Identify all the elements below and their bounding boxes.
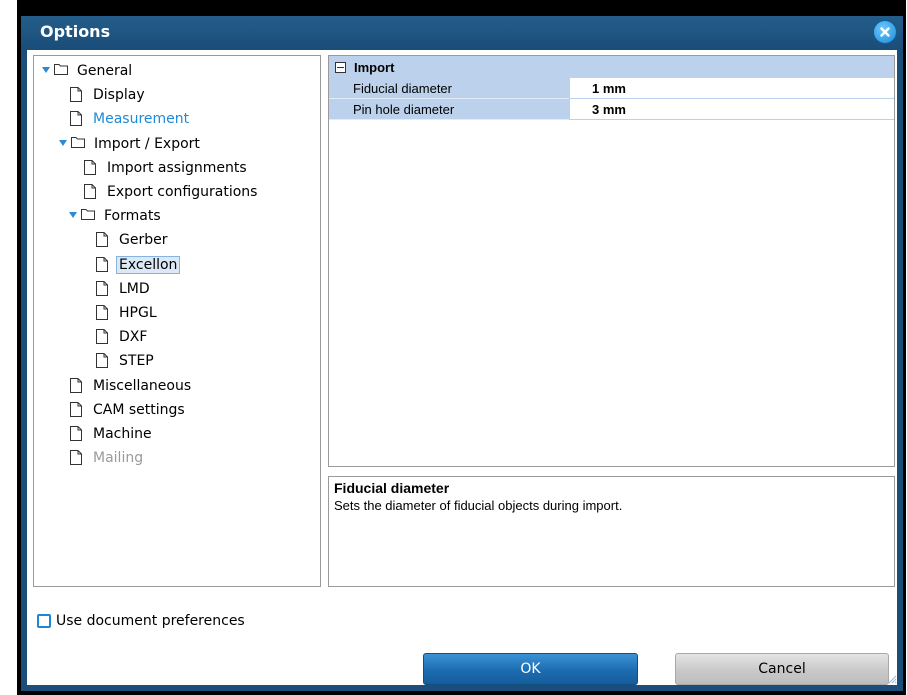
page-icon	[96, 232, 110, 248]
tree-item-general[interactable]: General	[42, 60, 135, 82]
page-icon	[96, 305, 110, 321]
tree-item-label: HPGL	[119, 305, 157, 321]
tree-item-hpgl[interactable]: HPGL	[96, 302, 160, 324]
tree-item-label: Miscellaneous	[93, 377, 192, 394]
tree-item-label: DXF	[119, 329, 148, 346]
tree-item-label: Import assignments	[107, 159, 247, 176]
close-button[interactable]	[874, 21, 896, 43]
tree-item-label: STEP	[119, 353, 154, 370]
description-panel: Fiducial diameter Sets the diameter of f…	[328, 476, 895, 587]
options-dialog: Options General Display Measurement Import …	[21, 16, 903, 691]
tree-item-label: Gerber	[119, 232, 168, 249]
tree-item-label: Measurement	[93, 111, 190, 128]
tree-item-label: Export configurations	[107, 184, 258, 200]
tree-item-label: Formats	[104, 208, 161, 225]
tree-item-label: Display	[93, 87, 145, 104]
folder-icon	[81, 208, 95, 224]
page-icon	[96, 256, 110, 273]
property-row-pin-hole-diameter[interactable]: Pin hole diameter 3 mm	[329, 99, 894, 120]
checkbox-label: Use document preferences	[56, 613, 245, 629]
tree-item-lmd[interactable]: LMD	[96, 278, 153, 300]
folder-icon	[71, 136, 85, 152]
page-icon	[70, 426, 84, 442]
property-row-fiducial-diameter[interactable]: Fiducial diameter 1 mm	[329, 78, 894, 99]
dialog-body: General Display Measurement Import / Export…	[27, 50, 897, 685]
options-tree[interactable]: General Display Measurement Import / Export…	[33, 55, 321, 587]
tree-item-label: Import / Export	[94, 135, 200, 152]
tree-item-export-configurations[interactable]: Export configurations	[84, 181, 260, 203]
tree-item-label: LMD	[119, 280, 150, 297]
use-document-preferences[interactable]: Use document preferences	[37, 613, 245, 629]
resize-grip-icon[interactable]	[887, 674, 897, 684]
cancel-button[interactable]: Cancel	[675, 653, 889, 685]
tree-item-measurement[interactable]: Measurement	[70, 108, 192, 130]
property-grid[interactable]: Import Fiducial diameter 1 mm Pin hole d…	[328, 55, 895, 467]
tree-item-gerber[interactable]: Gerber	[96, 229, 170, 251]
tree-item-import-export[interactable]: Import / Export	[59, 133, 203, 155]
property-name: Fiducial diameter	[329, 78, 569, 99]
property-value[interactable]: 1 mm	[569, 78, 894, 99]
title-bar[interactable]: Options	[21, 16, 903, 50]
page-icon	[84, 159, 98, 176]
page-icon	[70, 377, 84, 394]
category-row-import[interactable]: Import	[329, 56, 894, 78]
description-text: Sets the diameter of fiducial objects du…	[334, 498, 623, 513]
page-icon	[70, 87, 84, 103]
tree-item-import-assignments[interactable]: Import assignments	[84, 157, 250, 179]
expand-arrow-icon[interactable]	[42, 66, 52, 76]
tree-item-machine[interactable]: Machine	[70, 423, 155, 445]
window-title: Options	[40, 22, 111, 41]
tree-item-label: Mailing	[93, 450, 144, 467]
collapse-icon[interactable]	[335, 61, 346, 73]
page-icon	[96, 280, 110, 297]
use-document-preferences-checkbox[interactable]	[37, 614, 51, 628]
ok-button[interactable]: OK	[423, 653, 638, 685]
tree-item-display[interactable]: Display	[70, 84, 148, 106]
property-name: Pin hole diameter	[329, 99, 569, 120]
page-icon	[70, 401, 84, 418]
folder-icon	[54, 63, 68, 79]
tree-item-dxf[interactable]: DXF	[96, 326, 150, 348]
tree-item-excellon[interactable]: Excellon	[96, 254, 181, 276]
page-icon	[70, 111, 84, 127]
tree-item-formats[interactable]: Formats	[69, 205, 164, 227]
close-icon	[880, 27, 890, 37]
tree-item-label: CAM settings	[93, 401, 185, 418]
tree-item-miscellaneous[interactable]: Miscellaneous	[70, 375, 194, 397]
page-icon	[84, 184, 98, 200]
tree-item-step[interactable]: STEP	[96, 350, 157, 372]
property-value[interactable]: 3 mm	[569, 99, 894, 120]
tree-item-label: Machine	[93, 426, 152, 442]
tree-item-mailing[interactable]: Mailing	[70, 447, 146, 469]
expand-arrow-icon[interactable]	[69, 211, 79, 221]
expand-arrow-icon[interactable]	[59, 139, 69, 149]
description-title: Fiducial diameter	[334, 480, 450, 496]
category-label: Import	[354, 59, 395, 75]
page-icon	[70, 450, 84, 466]
tree-item-label: General	[77, 63, 133, 79]
tree-item-cam-settings[interactable]: CAM settings	[70, 399, 188, 421]
page-icon	[96, 353, 110, 369]
page-icon	[96, 329, 110, 345]
tree-item-label: Excellon	[116, 255, 181, 274]
